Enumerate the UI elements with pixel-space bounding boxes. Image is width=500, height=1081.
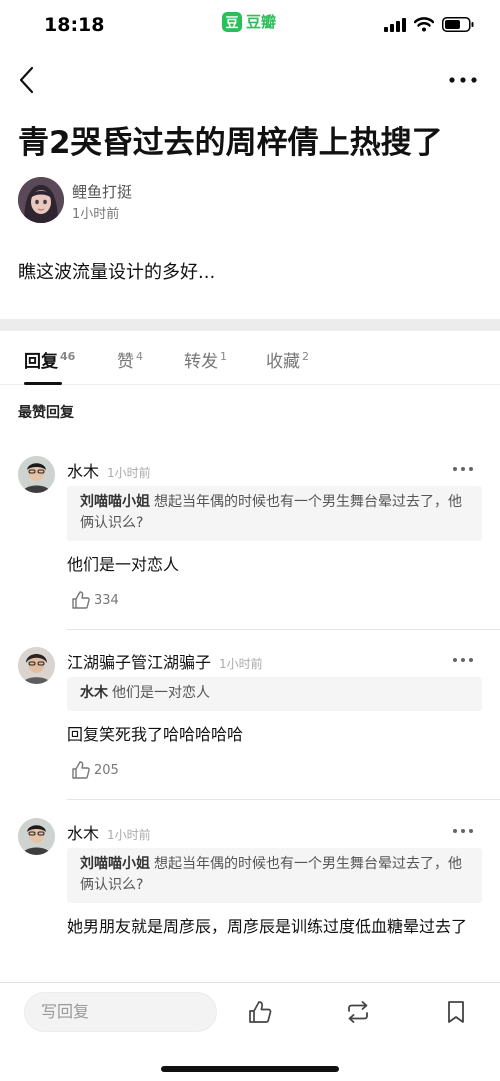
thumbs-up-icon <box>72 761 90 779</box>
like-button[interactable]: 205 <box>71 760 119 780</box>
comment-author-name: 水木 <box>67 462 100 481</box>
status-time: 18:18 <box>44 14 105 36</box>
post-timestamp: 1小时前 <box>72 207 120 222</box>
comment-time: 1小时前 <box>219 657 263 671</box>
avatar[interactable] <box>18 177 64 223</box>
quoted-author: 刘喵喵小姐 <box>80 856 150 872</box>
repost-button[interactable] <box>345 999 371 1025</box>
tab-likes[interactable]: 赞4 <box>117 347 143 372</box>
tab-label: 转发 <box>184 352 218 372</box>
like-count: 205 <box>94 762 119 778</box>
author-name[interactable]: 鲤鱼打挺 <box>72 181 132 202</box>
back-arrow-icon <box>19 66 34 94</box>
tab-bar: 回复 46 赞4 转发 1 收藏 2 <box>0 331 500 385</box>
avatar[interactable] <box>18 456 55 493</box>
comment-text: 他们是一对恋人 <box>67 555 180 574</box>
repost-icon <box>348 1001 368 1023</box>
tab-label: 赞 <box>117 352 134 372</box>
home-indicator <box>161 1066 339 1072</box>
comment-time: 1小时前 <box>107 828 151 842</box>
top-replies-heading: 最赞回复 <box>18 405 74 421</box>
active-tab-indicator <box>24 382 62 385</box>
like-count: 334 <box>94 592 119 608</box>
quoted-reply[interactable]: 水木 他们是一对恋人 <box>67 677 482 711</box>
comment-text: 回复笑死我了哈哈哈哈哈 <box>67 725 244 744</box>
comment-more-button[interactable] <box>452 822 474 834</box>
more-icon <box>453 658 473 662</box>
comment-author-name: 水木 <box>67 824 100 843</box>
bookmark-button[interactable] <box>443 999 469 1025</box>
tab-count: 4 <box>136 350 143 364</box>
app-badge-icon: 豆 <box>222 11 242 32</box>
author-block[interactable]: 鲤鱼打挺 1小时前 <box>18 177 318 225</box>
tab-reposts[interactable]: 转发 1 <box>184 347 227 372</box>
section-divider <box>0 319 500 331</box>
more-button[interactable] <box>446 69 480 91</box>
comment-author[interactable]: 水木 1小时前 <box>67 458 151 482</box>
post-body: 瞧这波流量设计的多好... <box>18 262 216 283</box>
tab-count: 46 <box>60 350 76 364</box>
quoted-reply[interactable]: 刘喵喵小姐 想起当年偶的时候也有一个男生舞台晕过去了，他俩认识么? <box>67 486 482 541</box>
status-app-indicator: 豆 豆瓣 <box>222 11 276 32</box>
more-icon <box>453 829 473 833</box>
app-name: 豆瓣 <box>246 13 277 31</box>
quoted-author: 水木 <box>80 685 108 701</box>
more-icon <box>449 77 477 83</box>
bottom-action-bar: 写回复 <box>0 982 500 1081</box>
reply-input[interactable]: 写回复 <box>24 992 217 1032</box>
comment-more-button[interactable] <box>452 651 474 663</box>
comment-more-button[interactable] <box>452 460 474 472</box>
quoted-reply[interactable]: 刘喵喵小姐 想起当年偶的时候也有一个男生舞台晕过去了，他俩认识么? <box>67 848 482 903</box>
more-icon <box>453 467 473 471</box>
comment-author[interactable]: 江湖骗子管江湖骗子 1小时前 <box>67 649 263 673</box>
wifi-icon <box>413 17 435 36</box>
battery-icon <box>442 17 474 36</box>
comment-author-name: 江湖骗子管江湖骗子 <box>67 653 212 672</box>
comment-divider <box>67 799 500 800</box>
status-right <box>376 17 474 36</box>
comment-author[interactable]: 水木 1小时前 <box>67 820 151 844</box>
like-button[interactable]: 334 <box>71 590 119 610</box>
thumbs-up-icon <box>72 591 90 609</box>
nav-bar <box>0 55 500 105</box>
tab-count: 2 <box>302 350 309 364</box>
quoted-text: 他们是一对恋人 <box>112 685 210 701</box>
like-post-button[interactable] <box>247 999 273 1025</box>
tab-label: 回复 <box>24 352 58 372</box>
tab-collections[interactable]: 收藏 2 <box>266 347 309 372</box>
comment-divider <box>67 629 500 630</box>
thumbs-up-icon <box>249 1001 272 1023</box>
quoted-author: 刘喵喵小姐 <box>80 494 150 510</box>
signal-icon <box>384 17 406 36</box>
tab-replies[interactable]: 回复 46 <box>24 347 75 372</box>
tab-count: 1 <box>220 350 227 364</box>
back-button[interactable] <box>12 63 42 97</box>
status-bar: 18:18 豆 豆瓣 <box>0 0 500 52</box>
avatar[interactable] <box>18 647 55 684</box>
comment-text: 她男朋友就是周彦辰，周彦辰是训练过度低血糖晕过去了 <box>67 917 468 936</box>
tab-label: 收藏 <box>266 352 300 372</box>
post-title: 青2哭昏过去的周梓倩上热搜了 <box>18 125 443 161</box>
avatar[interactable] <box>18 818 55 855</box>
comment-time: 1小时前 <box>107 466 151 480</box>
bookmark-icon <box>448 1001 464 1023</box>
